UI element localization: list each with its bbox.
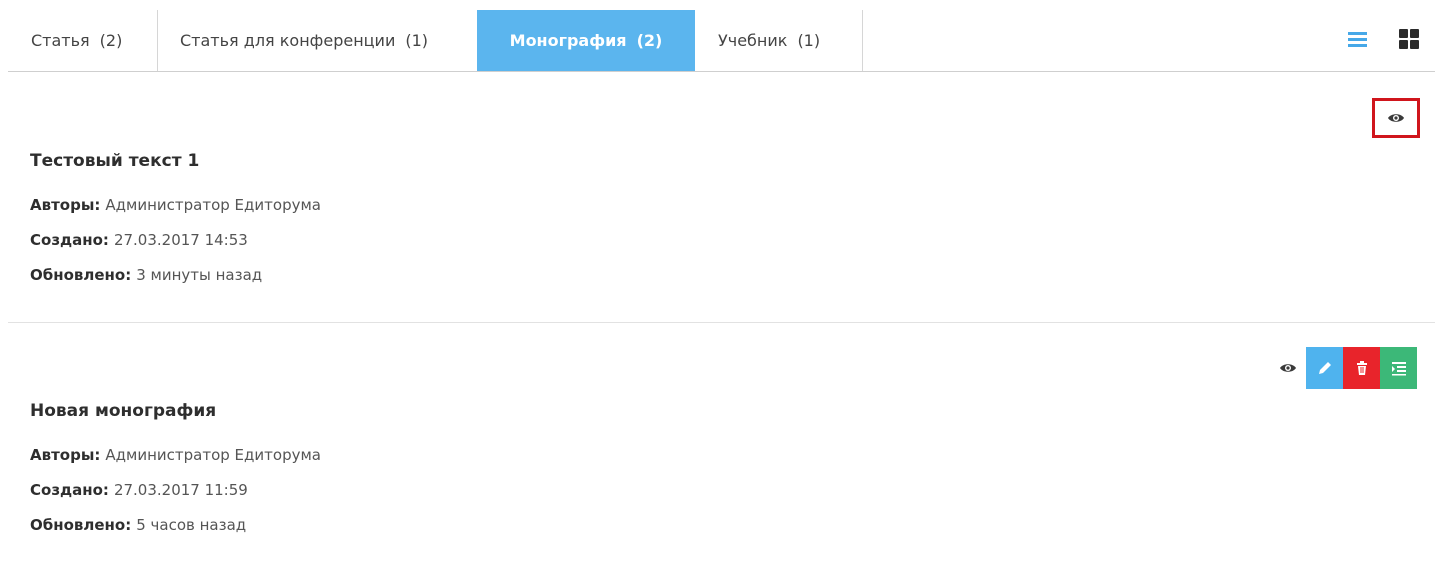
- item-created: Создано: 27.03.2017 11:59: [30, 481, 248, 499]
- list-item: Новая монография Авторы: Администратор Ед…: [8, 323, 1435, 568]
- list-item: Тестовый текст 1 Авторы: Администратор Ед…: [8, 0, 1435, 322]
- created-value: 27.03.2017 11:59: [113, 481, 248, 499]
- item-authors: Авторы: Администратор Едиторума: [30, 446, 321, 464]
- authors-label: Авторы:: [30, 446, 101, 464]
- authors-value: Администратор Едиторума: [105, 196, 321, 214]
- item-created: Создано: 27.03.2017 14:53: [30, 231, 248, 249]
- updated-value: 5 часов назад: [136, 516, 247, 534]
- created-label: Создано:: [30, 231, 109, 249]
- authors-label: Авторы:: [30, 196, 101, 214]
- item-title[interactable]: Тестовый текст 1: [30, 151, 199, 171]
- item-updated: Обновлено: 3 минуты назад: [30, 266, 262, 284]
- updated-label: Обновлено:: [30, 266, 132, 284]
- item-title[interactable]: Новая монография: [30, 401, 216, 421]
- created-label: Создано:: [30, 481, 109, 499]
- item-authors: Авторы: Администратор Едиторума: [30, 196, 321, 214]
- created-value: 27.03.2017 14:53: [113, 231, 248, 249]
- item-updated: Обновлено: 5 часов назад: [30, 516, 246, 534]
- updated-label: Обновлено:: [30, 516, 132, 534]
- authors-value: Администратор Едиторума: [105, 446, 321, 464]
- updated-value: 3 минуты назад: [136, 266, 263, 284]
